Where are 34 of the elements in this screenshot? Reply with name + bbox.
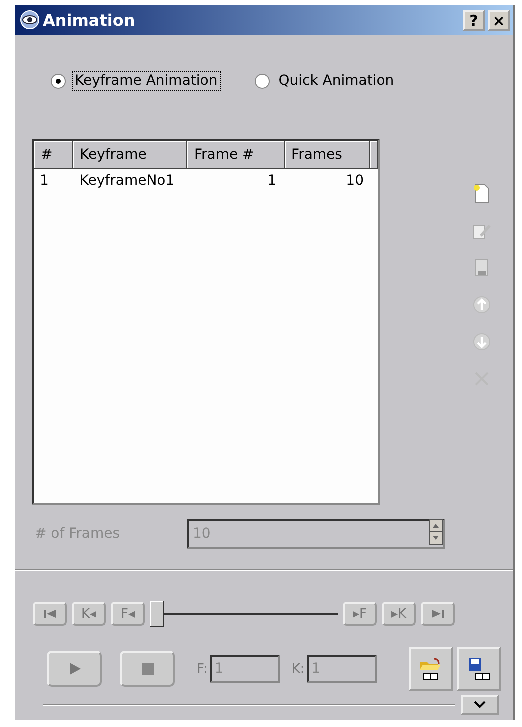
table-cell-text: KeyframeNo1 [78, 173, 176, 189]
expand-button[interactable] [461, 695, 499, 715]
column-header[interactable]: Frames [284, 141, 370, 169]
radio-indicator[interactable] [51, 74, 66, 88]
key-label: K: [292, 662, 305, 676]
stop-button[interactable] [120, 651, 175, 687]
skip-start-icon [43, 609, 57, 619]
frame-slider[interactable] [150, 601, 338, 627]
window-title: Animation [43, 10, 136, 30]
radio-option[interactable]: Quick Animation [254, 67, 398, 95]
stop-icon [142, 663, 154, 675]
floppy-icon [466, 656, 492, 682]
new-page-icon [472, 183, 492, 205]
skip-end-icon [431, 609, 445, 619]
table-cell-text: 10 [345, 173, 365, 189]
chevron-down-icon [474, 701, 486, 709]
column-header[interactable]: Frame # [187, 141, 285, 169]
eye-icon [20, 10, 40, 30]
frames-label: # of Frames [35, 526, 122, 542]
table-cell-text: 1 [39, 173, 50, 189]
table-cell-text: 1 [266, 173, 278, 189]
save-button[interactable] [457, 647, 501, 691]
open-button[interactable] [409, 647, 453, 691]
last-frame-button[interactable] [421, 602, 455, 626]
radio-indicator[interactable] [254, 74, 270, 88]
frame-label: F: [197, 662, 208, 676]
column-header[interactable]: # [34, 141, 73, 169]
folder-icon [418, 656, 444, 682]
column-header[interactable]: Keyframe [72, 141, 188, 169]
close-button[interactable]: × [488, 10, 510, 30]
help-button[interactable]: ? [463, 10, 485, 30]
play-button[interactable] [47, 651, 102, 687]
first-frame-button[interactable] [33, 602, 67, 626]
play-icon [68, 662, 82, 676]
